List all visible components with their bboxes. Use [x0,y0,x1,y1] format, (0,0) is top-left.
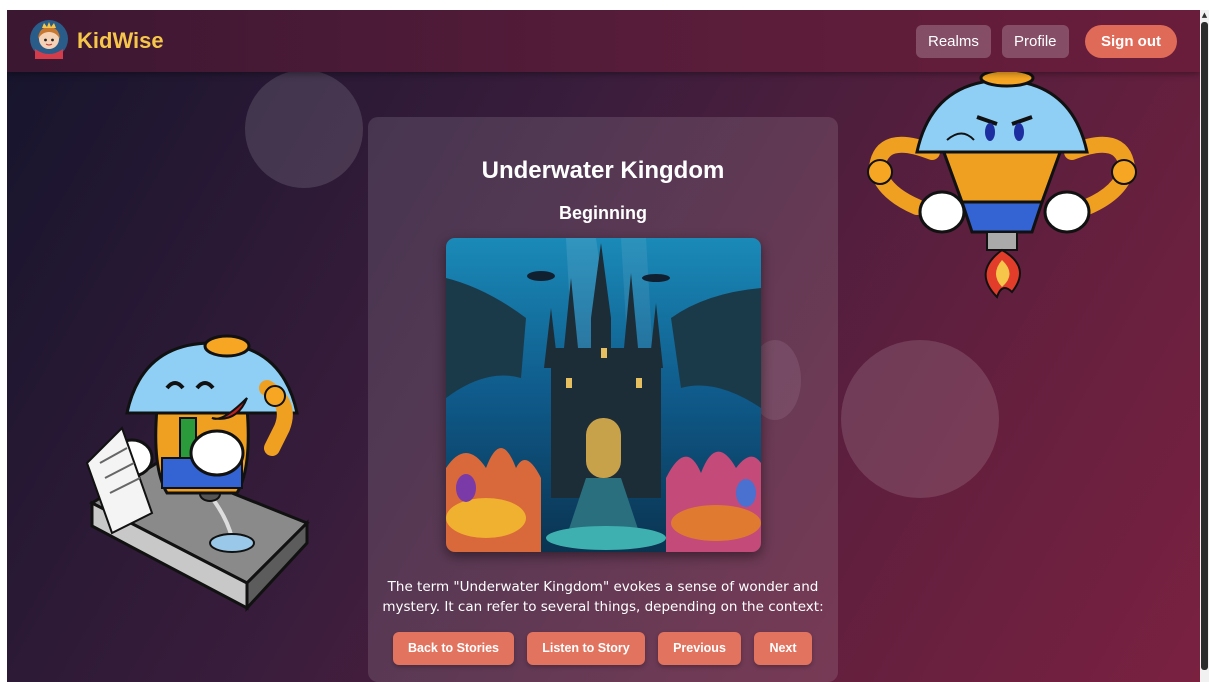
story-text: The term "Underwater Kingdom" evokes a s… [382,579,824,615]
listen-to-story-button[interactable]: Listen to Story [527,632,645,665]
decorative-bubble-right [841,340,999,498]
page-scrollbar[interactable]: ▲ [1200,10,1209,682]
back-to-stories-button[interactable]: Back to Stories [393,632,514,665]
profile-button[interactable]: Profile [1002,25,1069,58]
sign-out-button[interactable]: Sign out [1085,25,1177,58]
top-navigation-bar: KidWise Realms Profile Sign out [7,10,1200,72]
brand-name: KidWise [77,28,164,53]
underwater-castle-illustration [446,238,761,552]
next-button[interactable]: Next [754,632,812,665]
story-card: Underwater Kingdom Beginning The term "U… [368,117,838,682]
app-window: KidWise Realms Profile Sign out Underwat… [7,10,1200,682]
story-title: Underwater Kingdom [481,157,725,184]
previous-button[interactable]: Previous [658,632,741,665]
laughing-robot-reporter-icon [72,328,312,618]
brand-logo[interactable]: KidWise [29,19,164,63]
scrollbar-thumb[interactable] [1201,22,1208,670]
decorative-bubble-top [245,70,363,188]
princess-logo-icon [29,19,69,63]
chapter-title: Beginning [559,203,647,223]
realms-button[interactable]: Realms [916,25,991,58]
angry-rocket-robot-icon [862,68,1142,302]
scroll-up-arrow-icon[interactable]: ▲ [1200,10,1209,20]
